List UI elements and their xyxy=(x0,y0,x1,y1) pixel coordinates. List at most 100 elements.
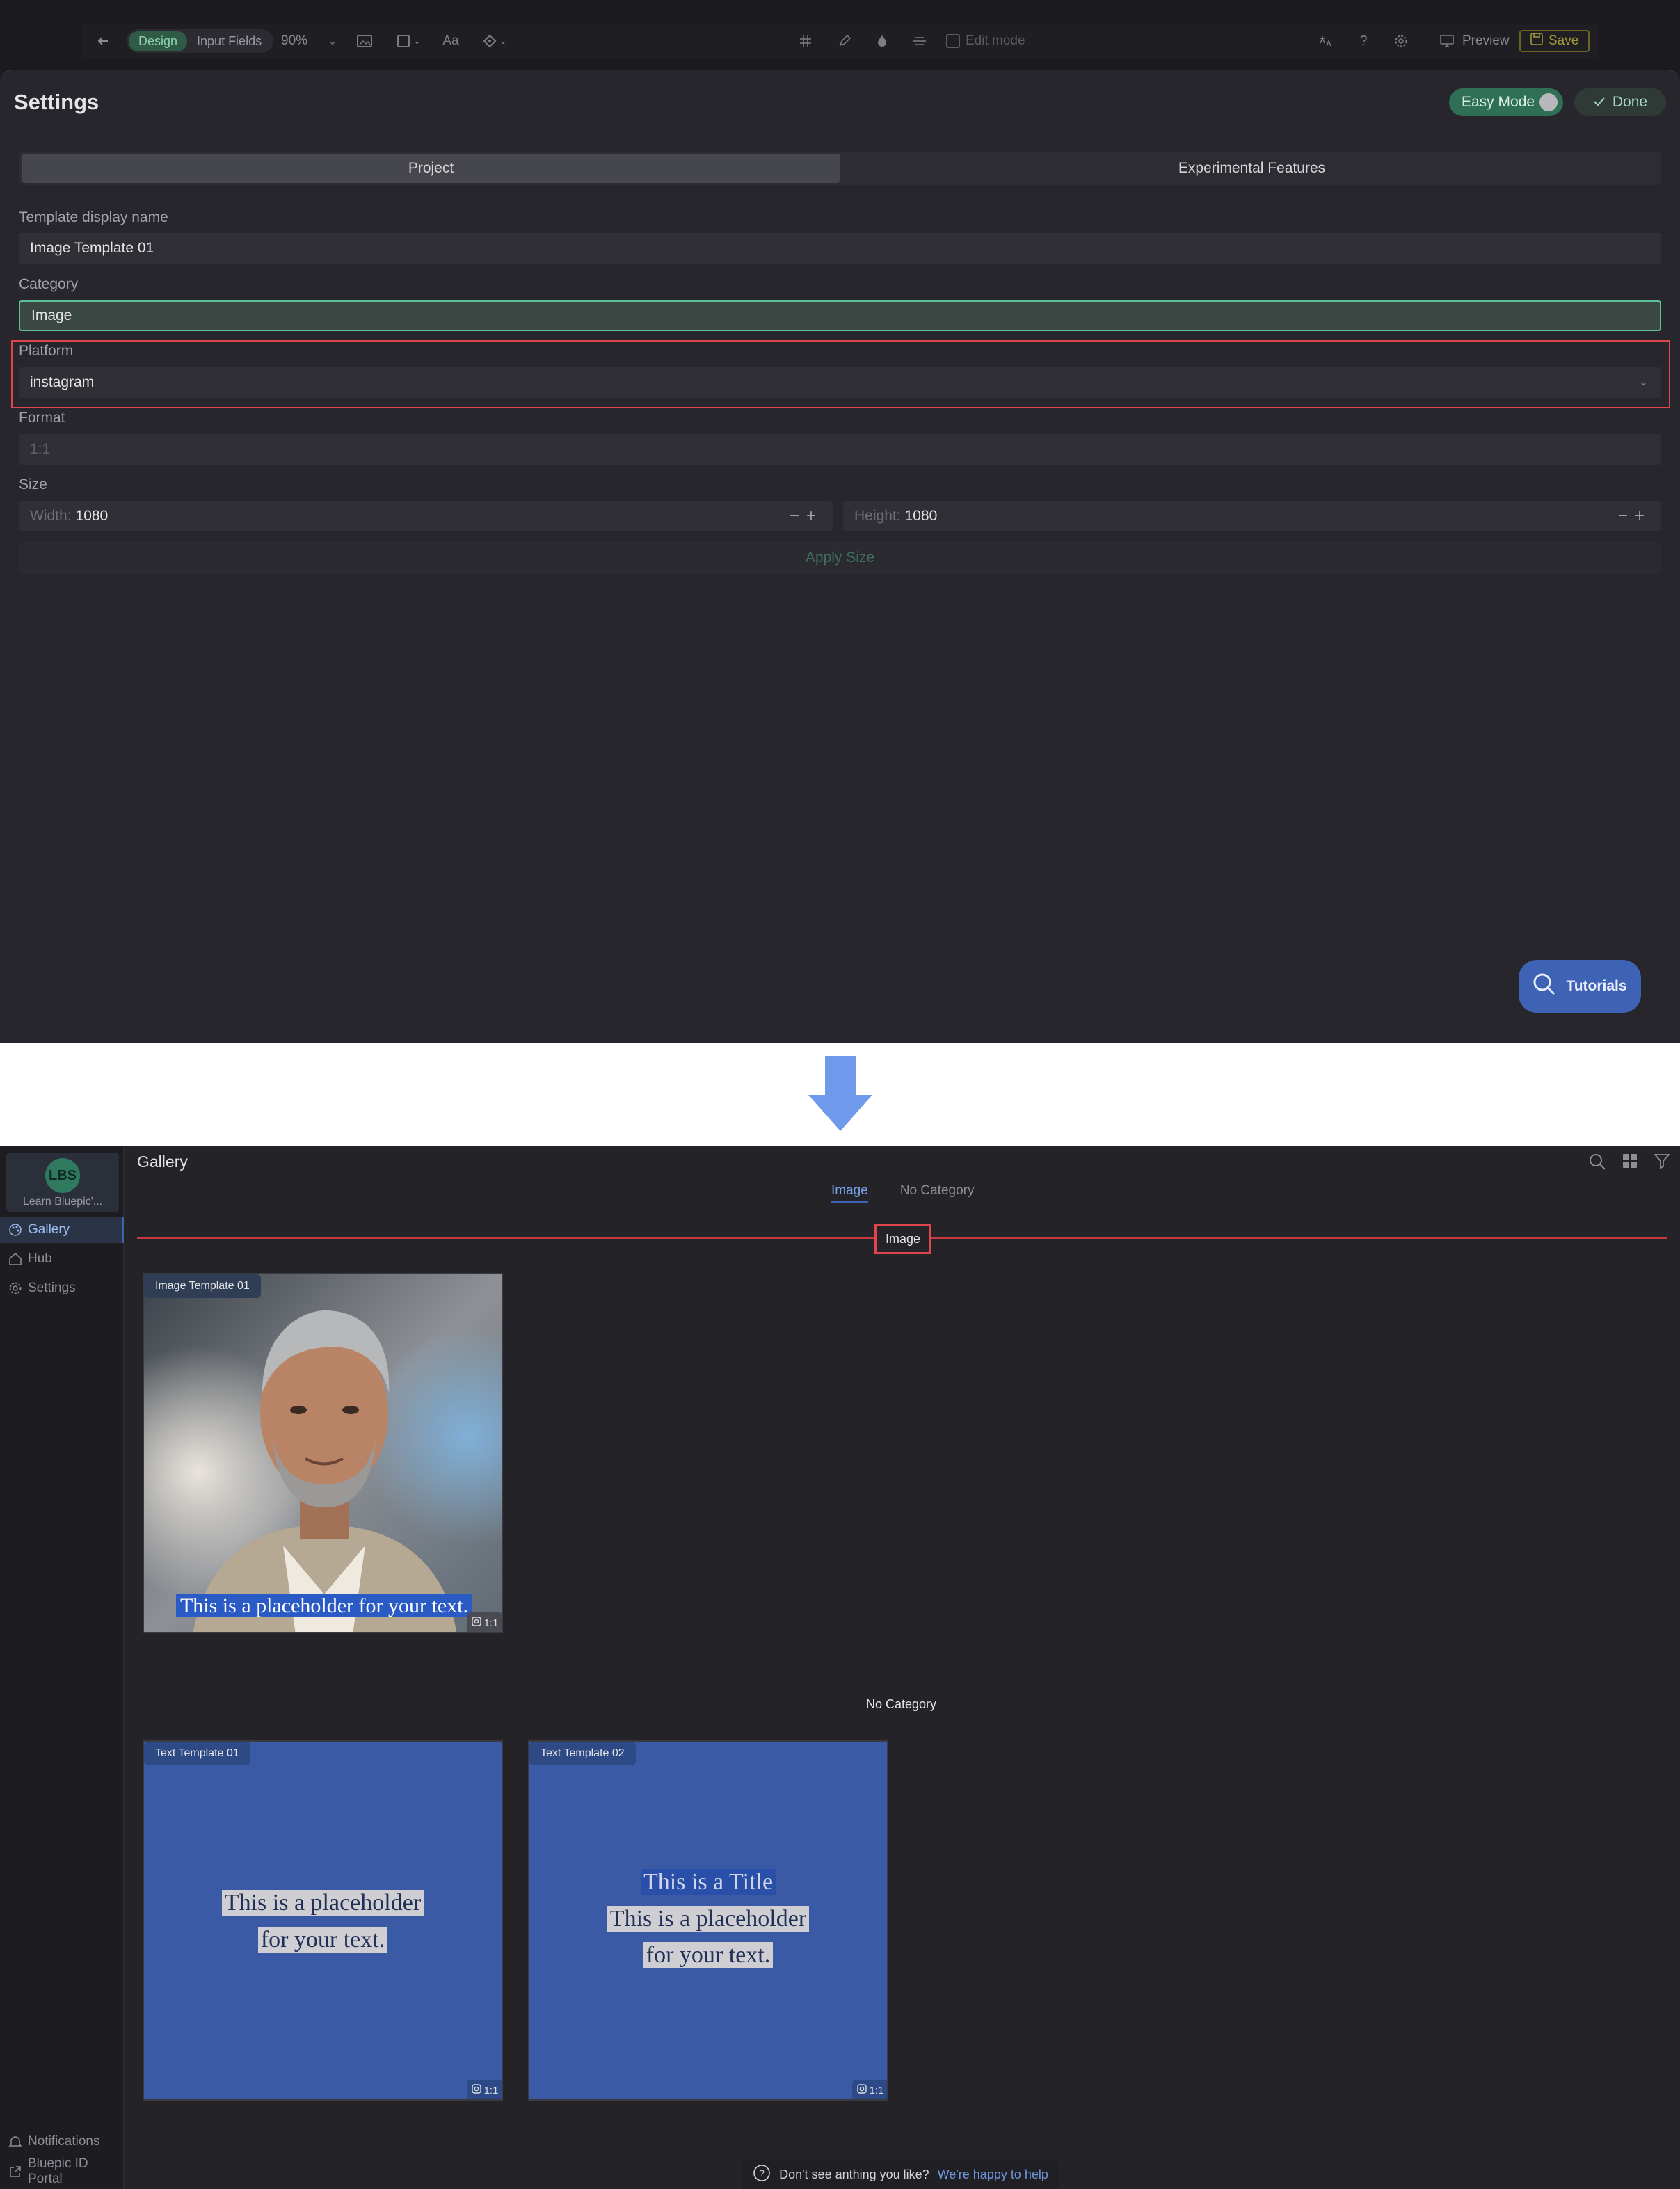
save-button-wrap: Save xyxy=(1519,24,1590,58)
sidebar-item-notifications[interactable]: Notifications xyxy=(0,2128,124,2155)
placeholder-line-1: This is a placeholder xyxy=(221,1890,424,1916)
height-input[interactable]: Height: 1080 −+ xyxy=(843,501,1661,531)
account-name: Learn Bluepic'... xyxy=(22,1196,103,1208)
align-button[interactable] xyxy=(910,24,929,58)
save-label: Save xyxy=(1549,33,1579,48)
ratio-badge: 1:1 xyxy=(467,2080,502,2099)
tab-image[interactable]: Image xyxy=(831,1183,868,1203)
text-icon: Aa xyxy=(442,33,459,48)
easy-mode-label: Easy Mode xyxy=(1462,94,1535,110)
component-tool-button[interactable]: ⌄ xyxy=(480,24,507,58)
ratio-label: 1:1 xyxy=(483,1617,499,1629)
sidebar-item-label: Notifications xyxy=(28,2134,100,2149)
grid-button[interactable] xyxy=(796,24,815,58)
template-name-tag: Text Template 02 xyxy=(529,1742,636,1765)
height-stepper[interactable]: −+ xyxy=(1618,506,1651,526)
ratio-label: 1:1 xyxy=(869,2084,884,2096)
height-value: 1080 xyxy=(904,508,938,524)
template-name-tag: Image Template 01 xyxy=(144,1274,261,1298)
editor-toolbar: Design Input Fields 90% ⌄ ⌄ Aa ⌄ Edit mo… xyxy=(83,24,1597,58)
platform-select[interactable]: instagram ⌄ xyxy=(19,367,1661,398)
width-input[interactable]: Width: 1080 −+ xyxy=(19,501,833,531)
page-title: Gallery xyxy=(137,1153,188,1171)
placeholder-title: This is a Title xyxy=(640,1869,776,1895)
sidebar-item-gallery[interactable]: Gallery xyxy=(0,1217,124,1243)
chevron-down-icon: ⌄ xyxy=(499,35,507,46)
shape-tool-button[interactable]: ⌄ xyxy=(394,24,421,58)
format-input[interactable]: 1:1 xyxy=(19,434,1661,465)
platform-label: Platform xyxy=(19,343,74,359)
done-label: Done xyxy=(1612,94,1648,110)
done-button[interactable]: Done xyxy=(1574,88,1666,116)
align-icon xyxy=(910,31,929,51)
instagram-icon xyxy=(856,2084,867,2096)
mode-input-fields-button[interactable]: Input Fields xyxy=(187,31,271,51)
placeholder-line-2: for your text. xyxy=(257,1926,388,1953)
width-stepper[interactable]: −+ xyxy=(790,506,823,526)
search-icon[interactable] xyxy=(1588,1153,1606,1174)
tutorials-button[interactable]: Tutorials xyxy=(1519,960,1641,1013)
ratio-label: 1:1 xyxy=(483,2084,499,2096)
edit-mode-checkbox[interactable]: Edit mode xyxy=(946,24,1025,58)
section-label-image: Image xyxy=(874,1224,931,1254)
tab-project[interactable]: Project xyxy=(22,154,840,183)
account-card[interactable]: LBS Learn Bluepic'... xyxy=(6,1153,119,1212)
settings-panel: Settings Easy Mode Done Project Experime… xyxy=(0,70,1680,1043)
sidebar-item-label: Hub xyxy=(28,1251,52,1266)
translate-icon xyxy=(1315,31,1334,51)
placeholder-line-2: for your text. xyxy=(643,1942,774,1969)
fill-button[interactable] xyxy=(872,24,892,58)
mode-toggle[interactable]: Design Input Fields xyxy=(127,29,274,53)
settings-tabs: Project Experimental Features xyxy=(19,152,1661,185)
palette-icon xyxy=(9,1224,22,1236)
chevron-down-icon: ⌄ xyxy=(328,35,337,47)
sidebar-item-id-portal[interactable]: Bluepic ID Portal xyxy=(0,2156,124,2186)
help-text: Don't see anthing you like? xyxy=(779,2167,929,2181)
sidebar-item-hub[interactable]: Hub xyxy=(0,1246,124,1272)
mode-design-button[interactable]: Design xyxy=(129,31,188,51)
gear-icon xyxy=(9,1282,22,1294)
check-icon xyxy=(1593,94,1606,111)
platform-value: instagram xyxy=(30,374,95,390)
zoom-select[interactable]: 90% ⌄ xyxy=(281,24,342,58)
sidebar-item-settings[interactable]: Settings xyxy=(0,1275,124,1301)
width-prefix: Width: xyxy=(30,508,72,524)
gallery-screen: LBS Learn Bluepic'... Gallery Hub Settin… xyxy=(0,1146,1680,2189)
template-card-text-01[interactable]: This is a placeholder for your text. Tex… xyxy=(143,1740,503,2101)
paint-drop-icon xyxy=(872,31,892,51)
filter-icon[interactable] xyxy=(1653,1153,1671,1174)
help-button[interactable]: ? xyxy=(1354,24,1373,58)
arrow-left-icon xyxy=(93,31,113,51)
back-button[interactable] xyxy=(93,24,113,58)
avatar: LBS xyxy=(45,1158,80,1193)
tab-no-category[interactable]: No Category xyxy=(900,1183,975,1203)
help-link[interactable]: We're happy to help xyxy=(938,2167,1048,2182)
search-icon xyxy=(1533,972,1556,1000)
pen-button[interactable] xyxy=(835,24,854,58)
format-label: Format xyxy=(19,410,65,426)
translate-button[interactable] xyxy=(1315,24,1334,58)
size-label: Size xyxy=(19,476,47,492)
settings-title: Settings xyxy=(14,90,99,114)
tab-experimental-features[interactable]: Experimental Features xyxy=(842,152,1661,185)
apply-size-button[interactable]: Apply Size xyxy=(19,542,1661,574)
settings-screen: Design Input Fields 90% ⌄ ⌄ Aa ⌄ Edit mo… xyxy=(0,0,1680,1043)
grid-view-icon[interactable] xyxy=(1622,1153,1638,1174)
preview-button[interactable]: Preview xyxy=(1437,24,1510,58)
save-button[interactable]: Save xyxy=(1519,30,1590,52)
settings-button[interactable] xyxy=(1391,24,1411,58)
instagram-icon xyxy=(471,2084,481,2096)
image-tool-button[interactable] xyxy=(355,24,374,58)
template-card-text-02[interactable]: This is a Title This is a placeholder fo… xyxy=(528,1740,888,2101)
zoom-value: 90% xyxy=(281,33,308,48)
template-name-input[interactable]: Image Template 01 xyxy=(19,233,1661,264)
template-name-label: Template display name xyxy=(19,209,168,225)
category-input[interactable]: Image xyxy=(19,300,1661,331)
toggle-knob xyxy=(1539,93,1558,111)
placeholder-line-1: This is a placeholder xyxy=(607,1905,810,1932)
easy-mode-toggle[interactable]: Easy Mode xyxy=(1449,88,1563,116)
ratio-badge: 1:1 xyxy=(467,1612,502,1632)
text-tool-button[interactable]: Aa xyxy=(441,24,461,58)
template-card-image-01[interactable]: This is a placeholder for your text. Ima… xyxy=(143,1273,503,1633)
sidebar-item-label: Gallery xyxy=(28,1222,70,1237)
